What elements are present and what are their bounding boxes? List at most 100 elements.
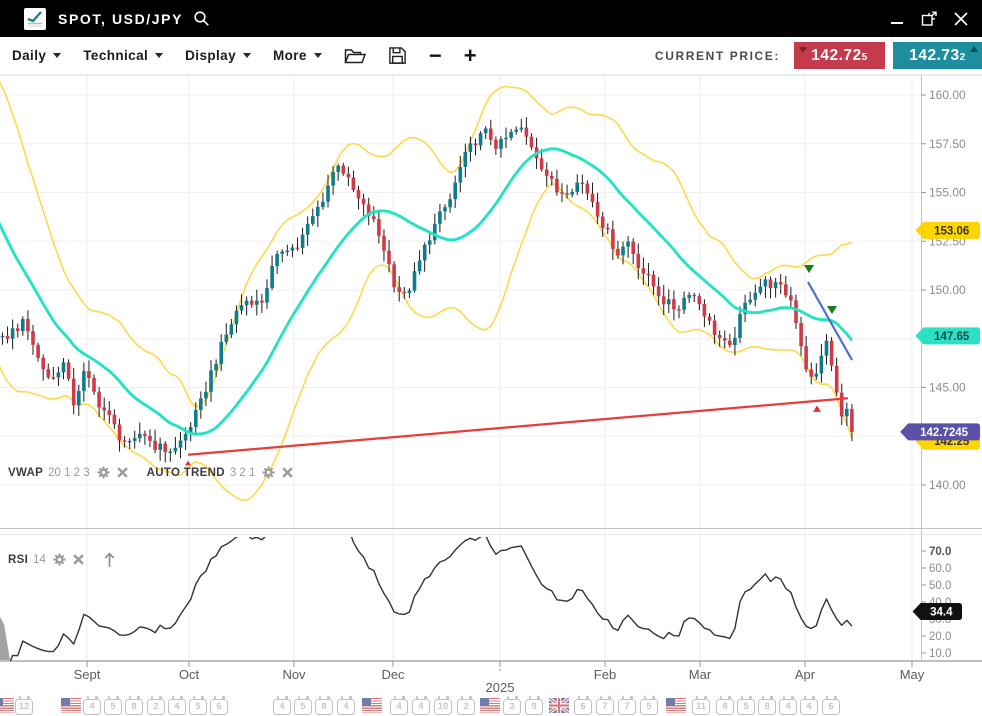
svg-text:50.0: 50.0: [929, 580, 951, 592]
bid-price-badge[interactable]: 142.725: [794, 42, 885, 69]
zoom-in-button[interactable]: +: [464, 46, 477, 66]
app-logo-icon: [24, 8, 46, 30]
calendar-event-icon[interactable]: 6: [574, 699, 592, 715]
svg-text:Mar: Mar: [689, 667, 712, 682]
svg-text:142.7245: 142.7245: [920, 427, 969, 439]
rsi-remove-icon[interactable]: [73, 554, 84, 565]
menu-display[interactable]: Display: [185, 48, 251, 63]
svg-text:20.0: 20.0: [929, 631, 951, 643]
rsi-params: 14: [33, 554, 46, 566]
open-folder-icon[interactable]: [344, 47, 366, 65]
svg-text:60.0: 60.0: [929, 563, 951, 575]
calendar-event-icon[interactable]: 4: [168, 699, 186, 715]
popout-window-button[interactable]: [920, 10, 938, 28]
save-icon[interactable]: [388, 46, 407, 65]
calendar-event-icon[interactable]: 4: [390, 699, 408, 715]
us-flag-icon[interactable]: [480, 698, 500, 713]
calendar-event-icon[interactable]: 4: [337, 699, 355, 715]
svg-text:2025: 2025: [486, 680, 515, 695]
price-up-arrow-icon: [970, 46, 978, 52]
menu-more[interactable]: More: [273, 48, 322, 63]
svg-text:Nov: Nov: [282, 667, 306, 682]
close-icon[interactable]: [952, 10, 970, 28]
us-flag-icon[interactable]: [0, 698, 14, 713]
calendar-event-icon[interactable]: 8: [315, 699, 333, 715]
minimize-button[interactable]: [888, 10, 906, 28]
svg-text:34.4: 34.4: [930, 607, 953, 619]
calendar-event-icon[interactable]: 2: [147, 699, 165, 715]
svg-text:157.50: 157.50: [929, 137, 966, 151]
svg-text:160.00: 160.00: [929, 88, 966, 102]
svg-text:10.0: 10.0: [929, 648, 951, 660]
calendar-event-icon[interactable]: 2: [457, 699, 475, 715]
calendar-event-icon[interactable]: 4: [412, 699, 430, 715]
svg-text:155.00: 155.00: [929, 186, 966, 200]
search-icon[interactable]: [193, 10, 210, 27]
rsi-label: RSI: [8, 554, 28, 566]
current-price-label: CURRENT PRICE:: [655, 49, 780, 63]
calendar-event-icon[interactable]: 4: [273, 699, 291, 715]
calendar-event-icon[interactable]: 11: [692, 699, 710, 715]
price-chart[interactable]: SeptOctNovDecFebMarAprMay2025160.00157.5…: [0, 75, 982, 716]
price-down-arrow-icon: [799, 47, 807, 53]
us-flag-icon[interactable]: [61, 698, 81, 713]
chevron-down-icon: [314, 53, 322, 58]
auto-trend-settings-icon[interactable]: [262, 466, 275, 479]
calendar-event-icon[interactable]: 12: [15, 699, 33, 715]
calendar-event-icon[interactable]: 7: [618, 699, 636, 715]
calendar-event-icon[interactable]: 5: [737, 699, 755, 715]
calendar-event-icon[interactable]: 8: [758, 699, 776, 715]
vwap-params: 20 1 2 3: [48, 467, 90, 479]
calendar-event-icon[interactable]: 5: [189, 699, 207, 715]
chart-svg[interactable]: SeptOctNovDecFebMarAprMay2025160.00157.5…: [0, 75, 982, 716]
calendar-event-icon[interactable]: 4: [83, 699, 101, 715]
bid-price-pip: 5: [862, 52, 868, 63]
us-flag-icon[interactable]: [666, 698, 686, 713]
auto-trend-params: 3 2 1: [230, 467, 256, 479]
svg-text:Feb: Feb: [594, 667, 616, 682]
panel-move-up-icon[interactable]: [103, 551, 116, 568]
calendar-event-icon[interactable]: 9: [525, 699, 543, 715]
svg-text:Dec: Dec: [381, 667, 405, 682]
svg-text:145.00: 145.00: [929, 381, 966, 395]
chart-toolbar: Daily Technical Display More − + CURRENT…: [0, 37, 982, 75]
chevron-down-icon: [53, 53, 61, 58]
us-flag-icon[interactable]: [362, 698, 382, 713]
svg-text:70.0: 70.0: [929, 546, 951, 558]
rsi-settings-icon[interactable]: [53, 553, 66, 566]
calendar-event-icon[interactable]: 4: [779, 699, 797, 715]
menu-technical[interactable]: Technical: [83, 48, 163, 63]
title-bar: SPOT, USD/JPY: [0, 0, 982, 37]
calendar-event-icon[interactable]: 4: [800, 699, 818, 715]
uk-flag-icon[interactable]: [549, 698, 569, 713]
auto-trend-label: AUTO TREND: [147, 467, 225, 479]
svg-text:140.00: 140.00: [929, 478, 966, 492]
rsi-legend-row: RSI 14: [8, 551, 116, 568]
indicator-legend-row: VWAP 20 1 2 3 AUTO TREND 3 2 1: [8, 466, 293, 479]
calendar-event-icon[interactable]: 5: [294, 699, 312, 715]
calendar-event-icon[interactable]: 5: [104, 699, 122, 715]
svg-text:147.65: 147.65: [934, 331, 970, 343]
calendar-event-icon[interactable]: 10: [434, 699, 452, 715]
vwap-remove-icon[interactable]: [117, 467, 128, 478]
calendar-event-icon[interactable]: 8: [125, 699, 143, 715]
calendar-event-icon[interactable]: 7: [596, 699, 614, 715]
bid-price-value: 142.72: [811, 47, 861, 65]
svg-text:May: May: [900, 667, 925, 682]
svg-text:150.00: 150.00: [929, 283, 966, 297]
calendar-event-icon[interactable]: 6: [822, 699, 840, 715]
calendar-event-icon[interactable]: 3: [503, 699, 521, 715]
chevron-down-icon: [155, 53, 163, 58]
zoom-out-button[interactable]: −: [429, 46, 442, 66]
svg-text:153.06: 153.06: [934, 225, 969, 237]
events-row: 12458245645844410239677511858446: [0, 697, 982, 716]
ask-price-badge[interactable]: 142.732: [893, 42, 982, 69]
calendar-event-icon[interactable]: 5: [640, 699, 658, 715]
window-title: SPOT, USD/JPY: [58, 11, 183, 27]
calendar-event-icon[interactable]: 6: [210, 699, 228, 715]
calendar-event-icon[interactable]: 8: [716, 699, 734, 715]
auto-trend-remove-icon[interactable]: [282, 467, 293, 478]
menu-daily[interactable]: Daily: [12, 48, 61, 63]
vwap-settings-icon[interactable]: [97, 466, 110, 479]
svg-text:Oct: Oct: [179, 667, 200, 682]
